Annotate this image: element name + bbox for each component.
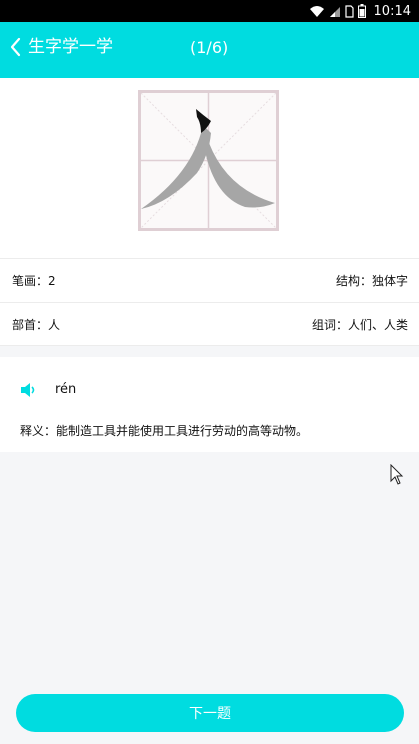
mouse-cursor-icon (390, 464, 404, 485)
definition: 释义：能制造工具并能使用工具进行劳动的高等动物。 (20, 424, 309, 438)
pinyin: rén (55, 382, 77, 397)
status-icons (309, 4, 366, 18)
character-info: 笔画：2 结构：独体字 部首：人 组词：人们、人类 (0, 258, 419, 346)
radical: 部首：人 (12, 317, 61, 332)
character-ren-illustration (140, 92, 277, 229)
speaker-icon[interactable] (19, 381, 37, 399)
back-button[interactable]: 生字学一学 (8, 36, 113, 58)
status-time: 10:14 (373, 3, 411, 19)
structure: 结构：独体字 (335, 274, 408, 288)
stroke-count: 笔画：2 (12, 274, 56, 288)
next-question-button[interactable]: 下一题 (16, 694, 404, 732)
battery-icon (357, 4, 366, 18)
signal-icon (329, 6, 340, 17)
sim-icon (344, 4, 354, 18)
character-card (0, 78, 419, 258)
info-row: 笔画：2 结构：独体字 (0, 258, 419, 302)
status-bar: 10:14 (0, 0, 419, 22)
question-progress: (1/6) (190, 38, 229, 57)
pronunciation-card: rén 释义：能制造工具并能使用工具进行劳动的高等动物。 (0, 357, 419, 452)
footer: 下一题 (0, 690, 419, 744)
app-bar: 生字学一学 (1/6) (0, 22, 419, 78)
wifi-icon (309, 5, 324, 17)
character-writing-grid (138, 90, 279, 231)
word-examples: 组词：人们、人类 (311, 317, 408, 332)
page-title: 生字学一学 (28, 37, 113, 57)
chevron-left-icon (10, 37, 21, 57)
info-row: 部首：人 组词：人们、人类 (0, 302, 419, 346)
